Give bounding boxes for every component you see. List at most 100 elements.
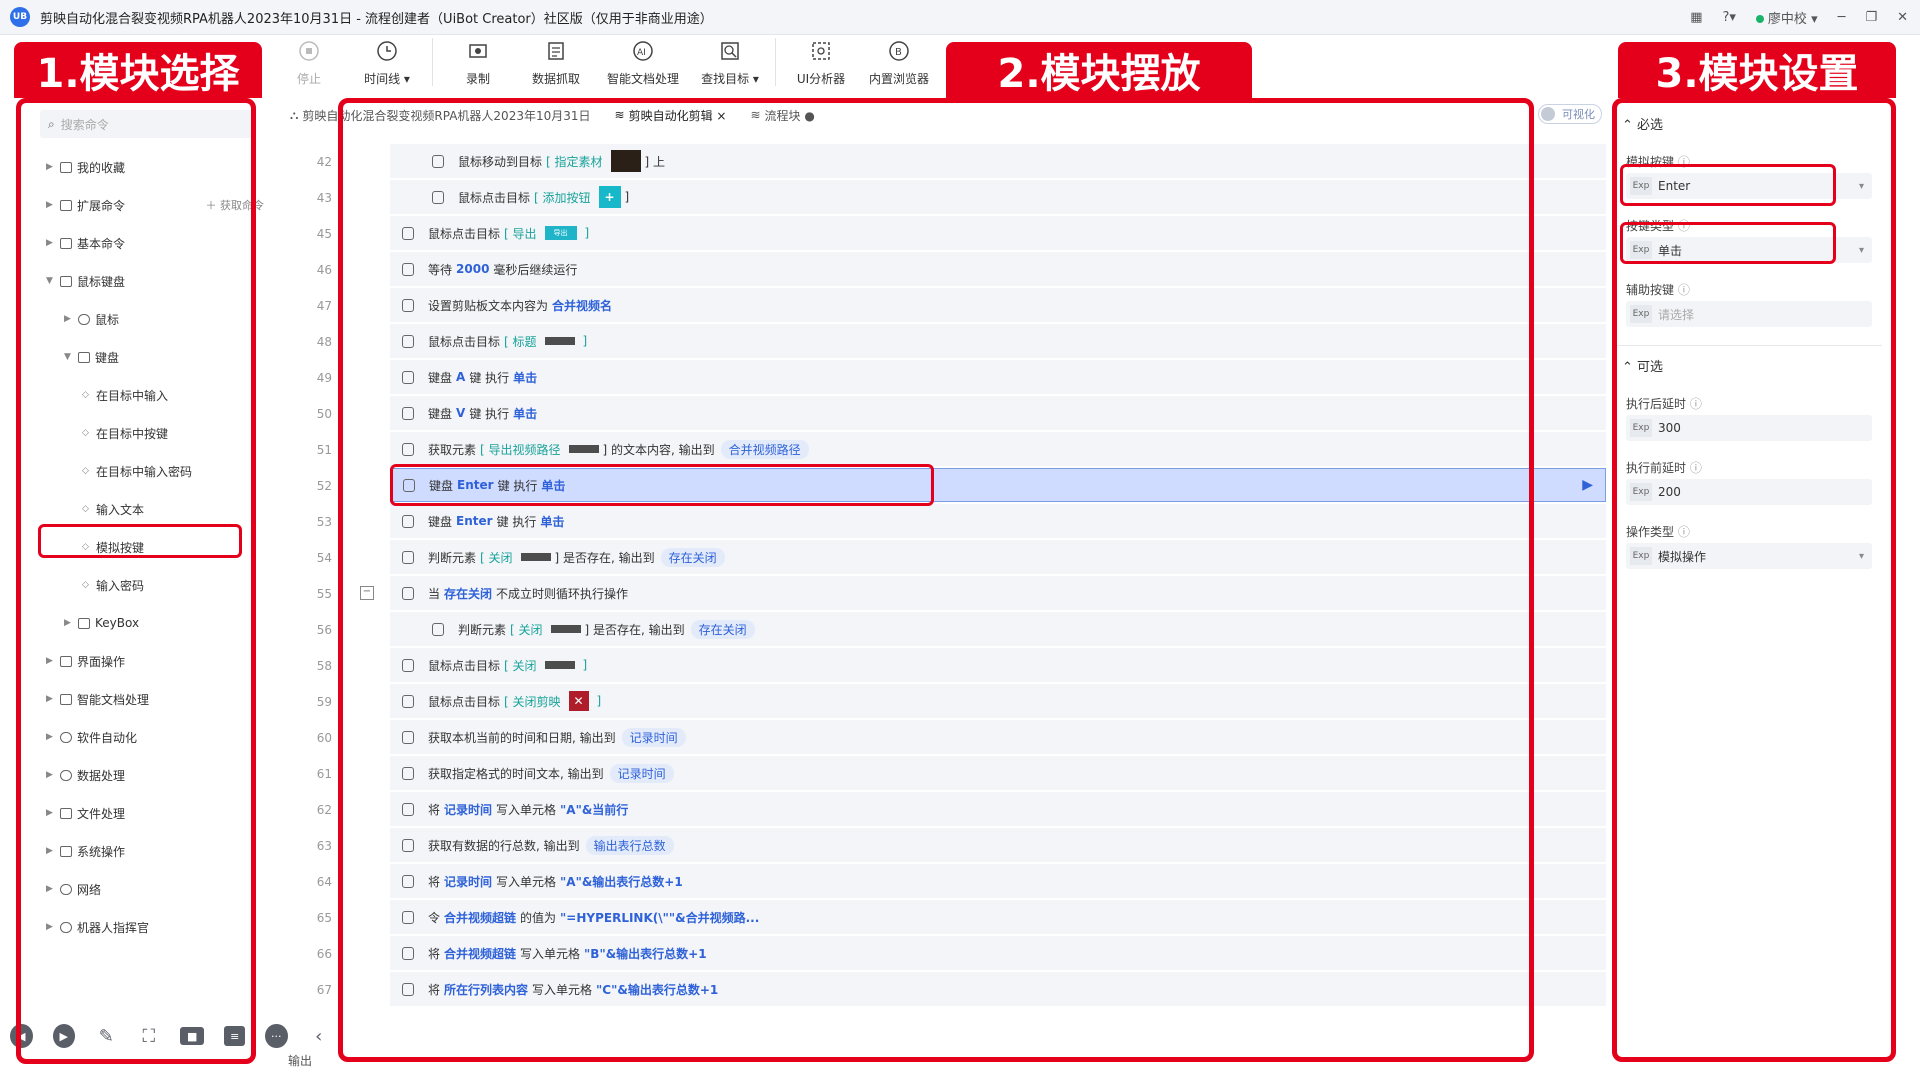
step-row[interactable]: 判断元素[ 关闭] 是否存在, 输出到 存在关闭	[390, 612, 1606, 646]
user-menu[interactable]: 廖中校 ▾	[1755, 8, 1818, 27]
step-row[interactable]: 鼠标点击目标[ 关闭剪映 ✕]	[390, 684, 1606, 718]
step-row[interactable]: 鼠标点击目标[ 导出 导出]	[390, 216, 1606, 250]
delay-before-input[interactable]: Exp 200	[1626, 479, 1872, 505]
step-row[interactable]: 设置剪贴板文本内容为 合并视频名	[390, 288, 1606, 322]
help-icon[interactable]: ⓘ	[1678, 155, 1690, 169]
tab-flow-block[interactable]: ≋ 流程块 ●	[738, 104, 826, 126]
ui-analyzer-button[interactable]: UI分析器	[782, 38, 860, 87]
step-row[interactable]: 获取本机当前的时间和日期, 输出到 记录时间	[390, 720, 1606, 754]
grid-icon[interactable]: ▦	[1690, 10, 1702, 25]
help-icon[interactable]: ⓘ	[1678, 219, 1690, 233]
stop-button[interactable]: 停止	[270, 38, 348, 87]
step-row[interactable]: 将合并视频超链 写入单元格 "B"&输出表行总数+1	[390, 936, 1606, 970]
required-section-title[interactable]: ⌃ 必选	[1622, 114, 1882, 133]
step-row[interactable]: − 当存在关闭 不成立时则循环执行操作	[360, 576, 1606, 610]
simulate-key-select[interactable]: Exp Enter ▾	[1626, 173, 1872, 199]
help-icon[interactable]: ⓘ	[1690, 461, 1702, 475]
tree-item-extension[interactable]: ▶ 扩展命令 ＋ 获取命令	[28, 186, 264, 224]
ai-doc-button[interactable]: AI 智能文档处理	[595, 38, 691, 87]
step-row[interactable]: 获取有数据的行总数, 输出到 输出表行总数	[390, 828, 1606, 862]
screenshot-icon[interactable]: ⛶	[138, 1024, 161, 1048]
step-row[interactable]: 等待 2000 毫秒后继续运行	[390, 252, 1606, 286]
help-icon[interactable]: ⓘ	[1678, 283, 1690, 297]
optional-section-title[interactable]: ⌃ 可选	[1622, 356, 1882, 375]
step-row[interactable]: 鼠标移动到目标[ 指定素材] 上	[390, 144, 1606, 178]
exp-badge[interactable]: Exp	[1630, 177, 1652, 195]
step-row[interactable]: 将记录时间 写入单元格 "A"&当前行	[390, 792, 1606, 826]
operation-type-select[interactable]: Exp 模拟操作 ▾	[1626, 543, 1872, 569]
delay-after-input[interactable]: Exp 300	[1626, 415, 1872, 441]
timeline-button[interactable]: 时间线 ▾	[348, 38, 426, 87]
step-row[interactable]: 鼠标点击目标[ 关闭]	[390, 648, 1606, 682]
exp-badge[interactable]: Exp	[1630, 419, 1652, 437]
step-row[interactable]: 令合并视频超链 的值为 "=HYPERLINK(\""&合并视频路...	[390, 900, 1606, 934]
browser-button[interactable]: B 内置浏览器	[860, 38, 938, 87]
tree-item-basic[interactable]: ▶ 基本命令	[28, 224, 264, 262]
tree-item-keyboard[interactable]: ▼ 键盘	[28, 338, 264, 376]
step-row[interactable]: 获取指定格式的时间文本, 输出到 记录时间	[390, 756, 1606, 790]
tree-item-input-password[interactable]: ◇ 输入密码	[28, 566, 264, 604]
tree-item-ai-doc[interactable]: ▶ 智能文档处理	[28, 680, 264, 718]
more-icon[interactable]: ···	[265, 1024, 288, 1048]
collapse-icon[interactable]: ‹	[308, 1024, 331, 1048]
tree-item-network[interactable]: ▶ 网络	[28, 870, 264, 908]
tree-item-software[interactable]: ▶ 软件自动化	[28, 718, 264, 756]
tree-item-password-in-target[interactable]: ◇ 在目标中输入密码	[28, 452, 264, 490]
step-row[interactable]: 获取元素[ 导出视频路径] 的文本内容, 输出到 合并视频路径	[390, 432, 1606, 466]
step-row[interactable]: 将所在行列表内容 写入单元格 "C"&输出表行总数+1	[390, 972, 1606, 1006]
exp-badge[interactable]: Exp	[1630, 305, 1652, 323]
run-step-icon[interactable]: ▶	[1582, 477, 1593, 493]
data-grab-button[interactable]: 数据抓取	[517, 38, 595, 87]
tree-item-mouse-keyboard[interactable]: ▼ 鼠标键盘	[28, 262, 264, 300]
exp-badge[interactable]: Exp	[1630, 483, 1652, 501]
modifier-key-select[interactable]: Exp 请选择	[1626, 301, 1872, 327]
step-row[interactable]: 键盘 Enter 键 执行 单击	[390, 504, 1606, 538]
step-row[interactable]: 键盘 V 键 执行 单击	[390, 396, 1606, 430]
record-button[interactable]: 录制	[439, 38, 517, 87]
step-row[interactable]: 鼠标点击目标[ 添加按钮 +]	[390, 180, 1606, 214]
tab-auto-edit[interactable]: ≋ 剪映自动化剪辑 ×	[603, 104, 739, 126]
pencil-icon[interactable]: ✎	[95, 1024, 118, 1048]
minimize-icon[interactable]: ─	[1838, 10, 1846, 25]
restore-icon[interactable]: ❐	[1865, 10, 1877, 25]
tree-item-input-text[interactable]: ◇ 输入文本	[28, 490, 264, 528]
collapse-icon[interactable]: −	[360, 586, 374, 600]
tree-item-press-in-target[interactable]: ◇ 在目标中按键	[28, 414, 264, 452]
help-icon[interactable]: ?▾	[1722, 10, 1735, 25]
back-icon[interactable]: ◀	[10, 1024, 33, 1048]
toolbar-divider	[432, 38, 433, 86]
exp-badge[interactable]: Exp	[1630, 241, 1652, 259]
output-panel-tab[interactable]: 输出	[288, 1052, 312, 1069]
key-type-select[interactable]: Exp 单击 ▾	[1626, 237, 1872, 263]
tree-item-favorites[interactable]: ▶ 我的收藏	[28, 148, 264, 186]
step-row[interactable]: 键盘 A 键 执行 单击	[390, 360, 1606, 394]
help-icon[interactable]: ⓘ	[1690, 397, 1702, 411]
tree-item-system[interactable]: ▶ 系统操作	[28, 832, 264, 870]
tab-main-flow[interactable]: ⛬ 剪映自动化混合裂变视频RPA机器人2023年10月31日	[278, 104, 603, 126]
message-icon[interactable]: ≡	[224, 1026, 245, 1046]
line-number-gutter: 42 43 45 46 47 48 49 50 51 52 53 54 55 5…	[280, 144, 332, 1008]
tree-item-ui-ops[interactable]: ▶ 界面操作	[28, 642, 264, 680]
field-label: 模拟按键 ⓘ	[1626, 153, 1872, 169]
tree-item-mouse[interactable]: ▶ 鼠标	[28, 300, 264, 338]
tree-item-data[interactable]: ▶ 数据处理	[28, 756, 264, 794]
get-command-link[interactable]: ＋ 获取命令	[206, 197, 265, 213]
step-row[interactable]: 将记录时间 写入单元格 "A"&输出表行总数+1	[390, 864, 1606, 898]
play-icon[interactable]: ▶	[52, 1024, 75, 1048]
help-icon[interactable]: ⓘ	[1678, 525, 1690, 539]
camera-icon[interactable]: ■	[180, 1027, 205, 1045]
close-icon[interactable]: ✕	[1897, 10, 1908, 25]
step-row[interactable]: 鼠标点击目标[ 标题]	[390, 324, 1606, 358]
tree-item-file[interactable]: ▶ 文件处理	[28, 794, 264, 832]
command-search-input[interactable]: ⌕ 搜索命令	[40, 110, 252, 138]
exp-badge[interactable]: Exp	[1630, 547, 1652, 565]
tree-item-keybox[interactable]: ▶ KeyBox	[28, 604, 264, 642]
tree-item-type-in-target[interactable]: ◇ 在目标中输入	[28, 376, 264, 414]
find-target-button[interactable]: 查找目标 ▾	[691, 38, 769, 87]
tree-item-commander[interactable]: ▶ 机器人指挥官	[28, 908, 264, 946]
visual-toggle[interactable]: 可视化	[1538, 104, 1602, 124]
tree-item-simulate-key[interactable]: ◇ 模拟按键	[28, 528, 264, 566]
step-row-selected[interactable]: 键盘 Enter 键 执行 单击 ▶	[390, 468, 1606, 502]
expand-arrow-icon: ▶	[46, 162, 53, 172]
step-row[interactable]: 判断元素[ 关闭] 是否存在, 输出到 存在关闭	[390, 540, 1606, 574]
